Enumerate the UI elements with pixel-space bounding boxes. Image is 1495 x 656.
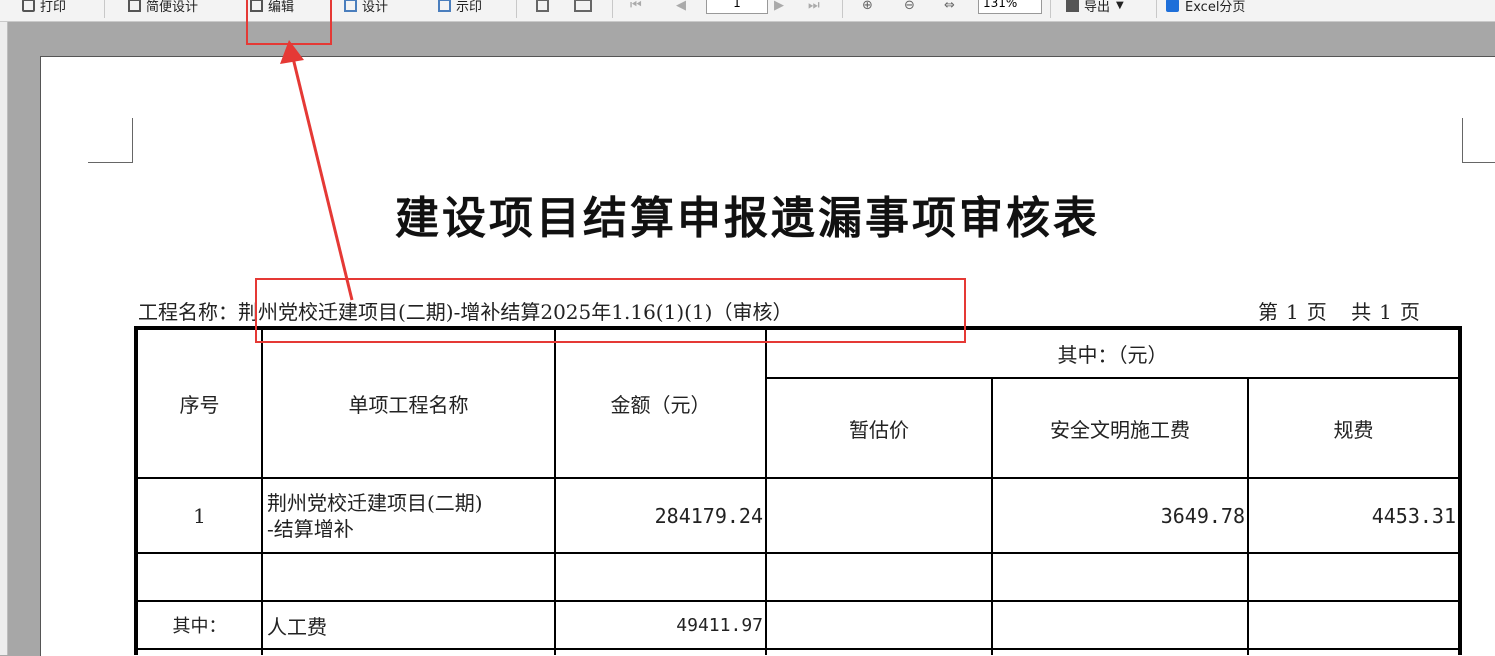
toolbar-separator [842, 0, 843, 18]
crop-mark-top-left [88, 118, 133, 163]
crop-mark-top-right [1462, 118, 1495, 163]
last-page-button[interactable]: ⏭ [808, 0, 820, 16]
row1-fees: 4453.31 [1371, 503, 1456, 528]
multi-page-icon [574, 0, 592, 12]
simple-design-label: 简便设计 [146, 0, 199, 15]
page-info: 第1页 共1页 [1254, 296, 1424, 325]
report-toolbar: 打印 简便设计 编辑 设计 示印 ⏮ ◀ 1 ▶ ⏭ ⊕ ⊖ ⇔ 131% 导出… [0, 0, 1495, 22]
page-mid: 页 [1306, 300, 1327, 324]
fit-width-icon: ⇔ [944, 0, 955, 13]
simple-design-button[interactable]: 简便设计 [128, 0, 198, 16]
show-button[interactable]: 示印 [438, 0, 482, 16]
zoom-out-button[interactable]: ⊖ [904, 0, 915, 16]
layout-icon [128, 0, 141, 12]
toolbar-separator [612, 0, 613, 18]
page-suffix: 页 [1399, 300, 1420, 324]
export-button[interactable]: 导出 ▼ [1066, 0, 1124, 16]
project-name-highlight [255, 278, 966, 343]
first-page-button[interactable]: ⏮ [630, 0, 642, 16]
prev-page-button[interactable]: ◀ [676, 0, 686, 16]
table-border-right [1458, 326, 1462, 655]
last-page-icon: ⏭ [808, 0, 820, 13]
zoom-in-button[interactable]: ⊕ [862, 0, 873, 16]
zoom-select[interactable]: 131% [978, 0, 1042, 14]
design-label: 设计 [362, 0, 389, 15]
header-project-name: 单项工程名称 [348, 393, 469, 417]
show-icon [438, 0, 451, 12]
print-button[interactable]: 打印 [22, 0, 66, 16]
printer-icon [22, 0, 35, 12]
design-icon [344, 0, 357, 12]
page-total-prefix: 共 [1351, 300, 1372, 324]
single-page-button[interactable] [536, 0, 554, 16]
project-label: 工程名称： [138, 300, 238, 324]
row1-name-line1: 荆州党校迁建项目(二期) [267, 490, 483, 515]
chevron-down-icon: ▼ [1116, 0, 1124, 11]
single-page-icon [536, 0, 549, 12]
header-provisional: 暂估价 [849, 417, 909, 442]
checkbox-checked-icon [1166, 0, 1179, 12]
row1-amount: 284179.24 [654, 503, 763, 528]
zoom-in-icon: ⊕ [862, 0, 873, 13]
prev-page-icon: ◀ [676, 0, 686, 13]
toolbar-separator [104, 0, 105, 18]
fit-width-button[interactable]: ⇔ [944, 0, 955, 16]
edit-button-highlight [246, 0, 332, 45]
row1-provisional [767, 479, 991, 552]
row3-name: 人工费 [267, 614, 327, 639]
design-button[interactable]: 设计 [344, 0, 388, 16]
next-page-button[interactable]: ▶ [774, 0, 784, 16]
row1-safety: 3649.78 [1160, 503, 1245, 528]
excel-pagination-label: Excel分页 [1185, 0, 1246, 15]
page-current: 1 [1286, 300, 1299, 324]
multi-page-button[interactable] [574, 0, 597, 16]
export-icon [1066, 0, 1079, 12]
toolbar-separator [516, 0, 517, 18]
print-label: 打印 [40, 0, 67, 15]
export-label: 导出 [1084, 0, 1111, 15]
row1-name-line2: -结算增补 [267, 516, 354, 541]
left-panel-edge [0, 22, 8, 655]
table-hline [136, 648, 1460, 650]
report-title: 建设项目结算申报遗漏事项审核表 [395, 193, 1100, 244]
zoom-out-icon: ⊖ [904, 0, 915, 13]
header-seq: 序号 [179, 393, 220, 417]
toolbar-separator [1156, 0, 1157, 18]
row1-name: 荆州党校迁建项目(二期) -结算增补 [263, 479, 554, 552]
first-page-icon: ⏮ [630, 0, 642, 13]
page-prefix: 第 [1258, 300, 1278, 324]
header-safety: 安全文明施工费 [1050, 417, 1190, 442]
header-amount: 金额（元） [610, 393, 711, 417]
row3-seq: 其中： [172, 616, 227, 637]
show-label: 示印 [456, 0, 483, 15]
table-hline [136, 552, 1460, 554]
next-page-icon: ▶ [774, 0, 784, 13]
row1-seq: 1 [193, 503, 206, 528]
page-number-input[interactable]: 1 [706, 0, 768, 14]
excel-pagination-checkbox[interactable]: Excel分页 [1166, 0, 1245, 16]
row3-amount: 49411.97 [676, 614, 763, 636]
header-fees: 规费 [1333, 417, 1374, 442]
toolbar-separator [1050, 0, 1051, 18]
page-total: 1 [1379, 300, 1392, 324]
